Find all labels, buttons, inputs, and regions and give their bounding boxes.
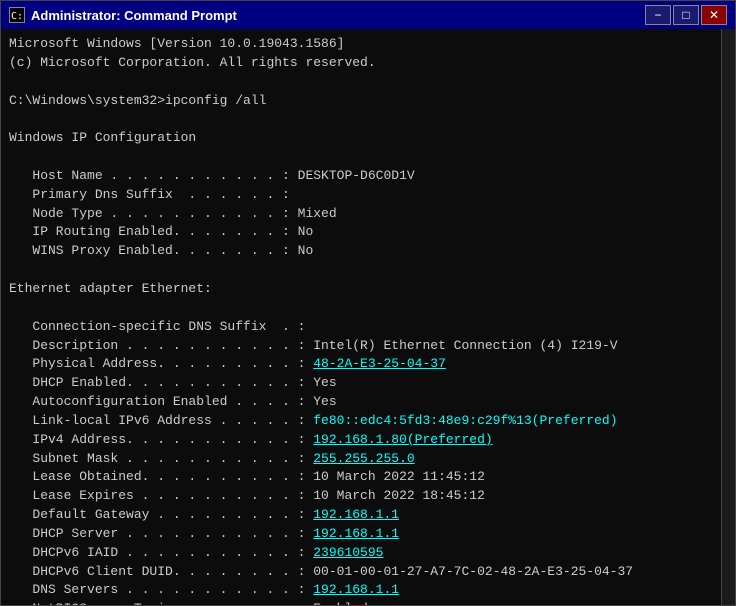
lease-expires: Lease Expires . . . . . . . . . . : 10 M… [9, 487, 713, 506]
close-button[interactable]: ✕ [701, 5, 727, 25]
host-name: Host Name . . . . . . . . . . . : DESKTO… [9, 167, 713, 186]
default-gw-value: 192.168.1.1 [313, 507, 399, 522]
dhcp-server: DHCP Server . . . . . . . . . . . : 192.… [9, 525, 713, 544]
dns-servers-value: 192.168.1.1 [313, 582, 399, 597]
blank3 [9, 148, 713, 167]
primary-dns: Primary Dns Suffix . . . . . . : [9, 186, 713, 205]
dhcp-server-value: 192.168.1.1 [313, 526, 399, 541]
node-type: Node Type . . . . . . . . . . . : Mixed [9, 205, 713, 224]
netbios: NetBIOS over Tcpip. . . . . . . . : Enab… [9, 600, 713, 605]
scrollbar[interactable] [721, 29, 735, 605]
default-gateway: Default Gateway . . . . . . . . . : 192.… [9, 506, 713, 525]
cmd-icon: C: [9, 7, 25, 23]
conn-specific: Connection-specific DNS Suffix . : [9, 318, 713, 337]
title-bar: C: Administrator: Command Prompt − □ ✕ [1, 1, 735, 29]
title-bar-left: C: Administrator: Command Prompt [9, 7, 237, 23]
ipv4-value: 192.168.1.80(Preferred) [313, 432, 492, 447]
lease-obtained: Lease Obtained. . . . . . . . . . : 10 M… [9, 468, 713, 487]
svg-text:C:: C: [11, 11, 23, 22]
dhcpv6-duid: DHCPv6 Client DUID. . . . . . . . : 00-0… [9, 563, 713, 582]
dhcpv6-iaid: DHCPv6 IAID . . . . . . . . . . . : 2396… [9, 544, 713, 563]
title-buttons: − □ ✕ [645, 5, 727, 25]
link-local-ipv6: Link-local IPv6 Address . . . . . : fe80… [9, 412, 713, 431]
prompt1: C:\Windows\system32>ipconfig /all [9, 92, 713, 111]
maximize-button[interactable]: □ [673, 5, 699, 25]
physical-value: 48-2A-E3-25-04-37 [313, 356, 446, 371]
ip-config-heading: Windows IP Configuration [9, 129, 713, 148]
minimize-button[interactable]: − [645, 5, 671, 25]
dhcpv6-duid-value: 00-01-00-01-27-A7-7C-02-48-2A-E3-25-04-3… [313, 564, 633, 579]
terminal-output[interactable]: Microsoft Windows [Version 10.0.19043.15… [1, 29, 721, 605]
autoconfig: Autoconfiguration Enabled . . . . : Yes [9, 393, 713, 412]
blank5 [9, 299, 713, 318]
blank1 [9, 73, 713, 92]
dhcp-enabled: DHCP Enabled. . . . . . . . . . . : Yes [9, 374, 713, 393]
description: Description . . . . . . . . . . . : Inte… [9, 337, 713, 356]
dhcpv6-iaid-value: 239610595 [313, 545, 383, 560]
blank2 [9, 110, 713, 129]
copyright-line: (c) Microsoft Corporation. All rights re… [9, 54, 713, 73]
cmd-window: C: Administrator: Command Prompt − □ ✕ M… [0, 0, 736, 606]
physical-address: Physical Address. . . . . . . . . : 48-2… [9, 355, 713, 374]
subnet-value: 255.255.255.0 [313, 451, 414, 466]
wins-proxy: WINS Proxy Enabled. . . . . . . : No [9, 242, 713, 261]
subnet-mask: Subnet Mask . . . . . . . . . . . : 255.… [9, 450, 713, 469]
ip-routing: IP Routing Enabled. . . . . . . : No [9, 223, 713, 242]
window-title: Administrator: Command Prompt [31, 8, 237, 23]
ipv4-address: IPv4 Address. . . . . . . . . . . : 192.… [9, 431, 713, 450]
ethernet-heading: Ethernet adapter Ethernet: [9, 280, 713, 299]
blank4 [9, 261, 713, 280]
version-line: Microsoft Windows [Version 10.0.19043.15… [9, 35, 713, 54]
dns-servers: DNS Servers . . . . . . . . . . . : 192.… [9, 581, 713, 600]
link-local-value: fe80::edc4:5fd3:48e9:c29f%13(Preferred) [313, 413, 617, 428]
